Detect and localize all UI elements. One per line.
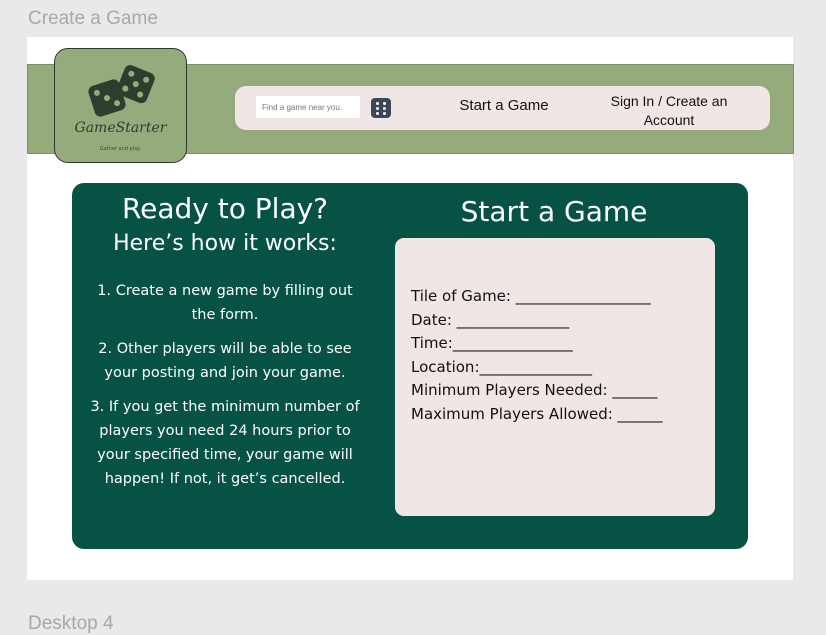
frame-title: Create a Game (28, 8, 158, 29)
form-title: Start a Game (460, 195, 648, 228)
howto-subtitle: Here’s how it works: (113, 231, 337, 256)
form-field-max-players[interactable]: Maximum Players Allowed: ______ (411, 403, 663, 427)
form-field-min-players[interactable]: Minimum Players Needed: ______ (411, 379, 663, 403)
game-form: Tile of Game: __________________ Date: _… (395, 238, 715, 516)
step-text: 2. Other players will be able to see you… (98, 341, 352, 381)
howto-steps: 1. Create a new game by filling out the … (90, 279, 360, 501)
form-field-date[interactable]: Date: _______________ (411, 309, 663, 333)
step-text: 3. If you get the minimum number of play… (90, 399, 360, 487)
form-field-location[interactable]: Location:_______________ (411, 356, 663, 380)
nav-sign-in-line: Account (643, 112, 695, 128)
dice-icon[interactable] (371, 98, 391, 118)
howto-title: Ready to Play? (121, 192, 329, 225)
nav-bar: Start a Game Sign In / Create an Account (235, 86, 770, 130)
nav-sign-in-link[interactable]: Sign In / Create an Account (595, 92, 743, 130)
next-frame-title: Desktop 4 (28, 613, 114, 634)
logo-name: GameStarter (74, 120, 167, 136)
search-input[interactable] (256, 96, 360, 118)
logo-tagline: Gather and play. (99, 146, 142, 152)
form-field-title[interactable]: Tile of Game: __________________ (411, 285, 663, 309)
step-text: 1. Create a new game by filling out the … (97, 283, 353, 323)
dice-icon (88, 65, 155, 117)
form-field-time[interactable]: Time:________________ (411, 332, 663, 356)
artboard: GameStarter Gather and play. Start a Gam… (27, 37, 794, 580)
main-card: Ready to Play? Here’s how it works: 1. C… (72, 183, 748, 549)
nav-start-game-link[interactable]: Start a Game (449, 97, 559, 114)
nav-sign-in-line: Sign In / Create an (610, 93, 728, 109)
logo[interactable]: GameStarter Gather and play. (54, 48, 187, 163)
